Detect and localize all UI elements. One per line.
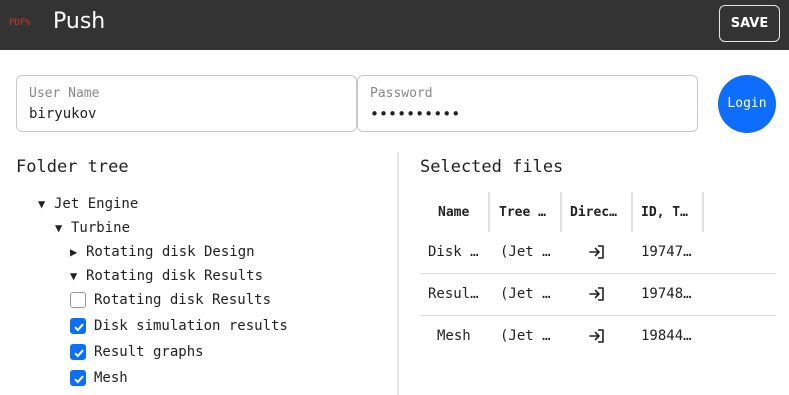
column-header-name[interactable]: Name bbox=[438, 200, 478, 226]
file-label: Rotating disk Results bbox=[94, 292, 272, 308]
username-label: User Name bbox=[29, 86, 100, 101]
column-resize-handle[interactable] bbox=[560, 192, 562, 232]
cell-id[interactable]: 19844… bbox=[641, 326, 699, 346]
app-title: Push bbox=[53, 9, 106, 34]
caret-down-icon[interactable]: ▼ bbox=[38, 194, 48, 214]
cell-id[interactable]: 19748… bbox=[641, 284, 699, 304]
app-logo: PDF% bbox=[9, 18, 31, 28]
cell-name[interactable]: Resul… bbox=[428, 284, 488, 304]
tree-node-turbine[interactable]: ▼ Turbine bbox=[55, 218, 130, 238]
cell-tree[interactable]: (Jet … bbox=[500, 242, 558, 262]
selected-files-title: Selected files bbox=[420, 157, 564, 177]
save-button[interactable]: SAVE bbox=[719, 5, 780, 42]
row-divider bbox=[420, 315, 776, 316]
tree-node-label: Rotating disk Results bbox=[86, 268, 264, 284]
tree-node-jet-engine[interactable]: ▼ Jet Engine bbox=[38, 194, 138, 214]
login-button[interactable]: Login bbox=[718, 75, 776, 133]
file-label: Disk simulation results bbox=[94, 318, 288, 334]
tree-node-rotating-disk-design[interactable]: ▶ Rotating disk Design bbox=[70, 242, 255, 262]
column-header-direction[interactable]: Direc… bbox=[570, 200, 628, 226]
caret-down-icon[interactable]: ▼ bbox=[55, 218, 65, 238]
cell-id[interactable]: 19747… bbox=[641, 242, 699, 262]
cell-name[interactable]: Mesh bbox=[437, 326, 489, 346]
caret-down-icon[interactable]: ▼ bbox=[70, 266, 80, 286]
login-arrow-icon[interactable] bbox=[588, 243, 606, 261]
password-value[interactable]: •••••••••• bbox=[370, 105, 460, 123]
password-label: Password bbox=[370, 86, 433, 101]
file-label: Result graphs bbox=[94, 344, 204, 360]
tree-node-rotating-disk-results[interactable]: ▼ Rotating disk Results bbox=[70, 266, 263, 286]
check-icon bbox=[74, 323, 84, 332]
panel-divider bbox=[397, 152, 399, 395]
cell-name[interactable]: Disk … bbox=[428, 242, 488, 262]
password-field[interactable]: Password •••••••••• bbox=[357, 75, 698, 132]
row-divider bbox=[420, 273, 776, 274]
column-resize-handle[interactable] bbox=[702, 192, 704, 232]
file-label: Mesh bbox=[94, 370, 128, 386]
column-header-tree[interactable]: Tree … bbox=[499, 200, 555, 226]
top-bar: PDF% Push SAVE bbox=[0, 0, 789, 50]
cell-tree[interactable]: (Jet … bbox=[500, 284, 558, 304]
tree-node-label: Jet Engine bbox=[54, 196, 139, 212]
file-checkbox-checked[interactable] bbox=[70, 370, 86, 386]
caret-right-icon[interactable]: ▶ bbox=[70, 242, 80, 262]
check-icon bbox=[74, 349, 84, 358]
username-field[interactable]: User Name biryukov bbox=[16, 75, 357, 132]
tree-node-label: Rotating disk Design bbox=[86, 244, 255, 260]
tree-node-label: Turbine bbox=[71, 220, 131, 236]
file-checkbox-checked[interactable] bbox=[70, 318, 86, 334]
folder-tree-title: Folder tree bbox=[16, 157, 129, 177]
username-value[interactable]: biryukov bbox=[29, 105, 96, 123]
check-icon bbox=[74, 375, 84, 384]
login-arrow-icon[interactable] bbox=[588, 285, 606, 303]
cell-tree[interactable]: (Jet … bbox=[500, 326, 558, 346]
login-arrow-icon[interactable] bbox=[588, 327, 606, 345]
file-checkbox-checked[interactable] bbox=[70, 344, 86, 360]
column-resize-handle[interactable] bbox=[488, 192, 490, 232]
file-checkbox-unchecked[interactable] bbox=[70, 292, 86, 308]
column-resize-handle[interactable] bbox=[631, 192, 633, 232]
column-header-id[interactable]: ID, T… bbox=[641, 200, 699, 226]
